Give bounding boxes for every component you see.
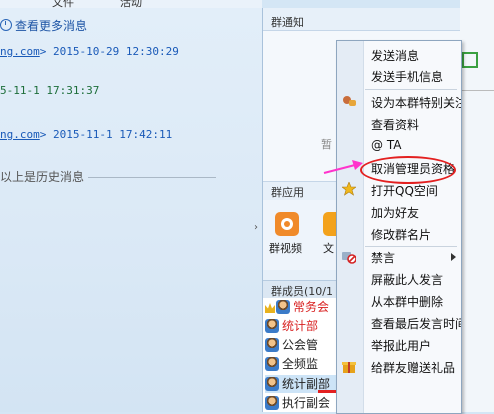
menu-separator [365,246,457,247]
menu-item-remove-member[interactable]: 从本群中删除 [371,293,443,310]
submenu-arrow-icon [451,253,456,261]
menu-item-block-speech[interactable]: 屏蔽此人发言 [371,271,443,288]
menu-item-edit-card[interactable]: 修改群名片 [371,226,431,243]
avatar [265,319,279,333]
avatar [265,377,279,391]
group-members-title: 群成员(10/1 [271,285,333,298]
divider [460,90,494,91]
sender-link[interactable]: ng.com [0,128,40,141]
message-time: 2015-10-29 12:30:29 [53,45,179,58]
group-apps-title: 群应用 [271,186,304,199]
gift-icon [342,362,356,373]
toolbar-file-button[interactable]: 文件 [52,0,74,8]
owner-crown-icon [265,303,275,313]
avatar [265,396,279,410]
notice-placeholder: 暂 [321,138,332,151]
group-notice-title: 群通知 [271,16,304,29]
member-context-menu: 发送消息 发送手机信息 设为本群特别关注 查看资料 @ TA 取消管理员资格 打… [336,40,462,414]
menu-item-send-gift[interactable]: 给群友赠送礼品 [371,359,455,376]
menu-item-send-message[interactable]: 发送消息 [371,47,419,64]
history-divider: 以上是历史消息 [0,168,216,185]
background-window-edge [460,0,494,412]
clock-icon [0,19,12,31]
collapse-chevron-icon[interactable]: › [254,222,262,244]
menu-item-special-follow[interactable]: 设为本群特别关注 [371,94,461,111]
menu-item-last-speak-time[interactable]: 查看最后发言时间 [371,315,461,332]
menu-item-mute[interactable]: 禁言 [371,249,395,266]
message-header: ng.com> 2015-11-1 17:42:11 [0,128,173,141]
toolbar-activity-button[interactable]: 活动 [120,0,142,8]
view-more-messages-link[interactable]: 查看更多消息 [0,17,87,34]
group-files-label[interactable]: 文 [323,240,334,256]
group-video-icon[interactable] [275,212,299,236]
annotation-arrow-icon [323,160,363,174]
sender-link[interactable]: ng.com [0,45,40,58]
top-toolbar: 文件 活动 [0,0,262,8]
annotation-circle [360,156,456,184]
menu-item-open-qzone[interactable]: 打开QQ空间 [371,182,438,199]
avatar [265,357,279,371]
message-header: ng.com> 2015-10-29 12:30:29 [0,45,179,58]
menu-item-view-profile[interactable]: 查看资料 [371,116,419,133]
special-follow-icon [343,96,356,106]
menu-item-add-friend[interactable]: 加为好友 [371,204,419,221]
message-time: 5-11-1 17:31:37 [0,84,100,97]
menu-separator [365,89,457,90]
message-header: 5-11-1 17:31:37 [0,84,99,97]
menu-item-mention[interactable]: @ TA [371,138,401,152]
message-time: 2015-11-1 17:42:11 [53,128,173,141]
avatar [265,338,279,352]
star-icon [342,182,356,196]
menu-item-send-sms[interactable]: 发送手机信息 [371,68,443,85]
chat-history-area [0,8,262,412]
avatar [276,300,290,314]
menu-item-report-user[interactable]: 举报此用户 [371,337,431,354]
mute-icon [342,252,356,264]
checkbox-icon [462,52,478,68]
group-video-label[interactable]: 群视频 [269,240,302,256]
